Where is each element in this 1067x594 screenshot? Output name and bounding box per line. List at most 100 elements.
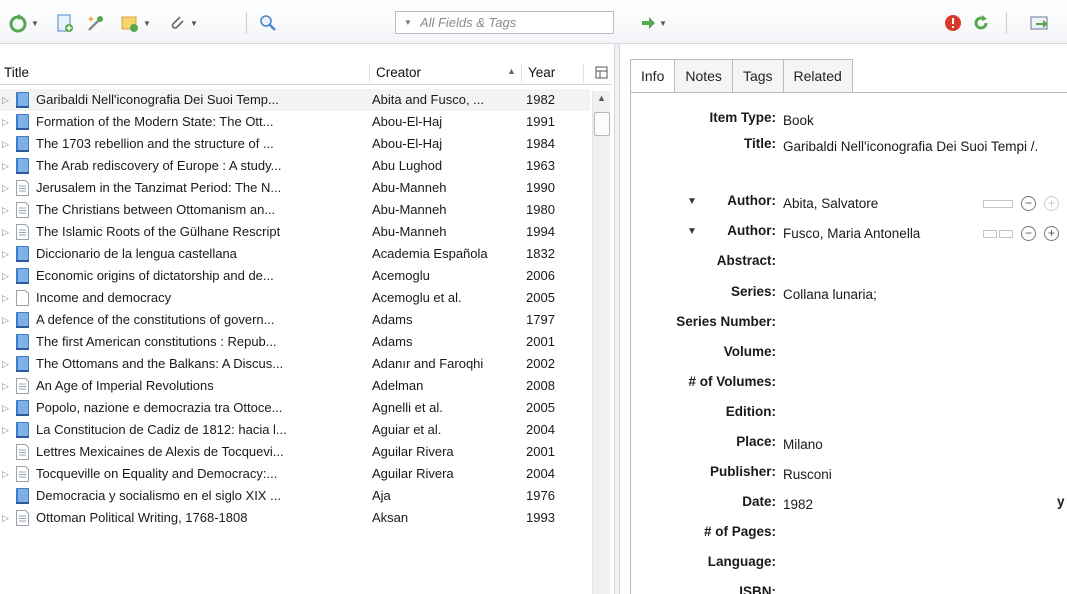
item-title: Formation of the Modern State: The Ott..… — [36, 114, 274, 129]
tab-tags[interactable]: Tags — [732, 59, 784, 93]
column-year[interactable]: Year — [528, 65, 555, 80]
item-type-value[interactable]: Book — [783, 110, 1053, 131]
expand-twisty-icon[interactable]: ▷ — [2, 227, 9, 238]
tab-related[interactable]: Related — [783, 59, 853, 93]
column-separator[interactable] — [521, 63, 522, 83]
scroll-up-icon[interactable]: ▲ — [597, 93, 606, 103]
journal-article-icon — [15, 201, 30, 219]
new-note-button[interactable]: ▼ — [120, 12, 151, 34]
expand-twisty-icon[interactable]: ▷ — [2, 139, 9, 150]
field-label: Item Type: — [709, 110, 776, 125]
remove-creator-icon[interactable]: − — [1021, 196, 1036, 211]
sync-menu-button[interactable]: ▼ — [8, 12, 39, 34]
expand-twisty-icon[interactable]: ▷ — [2, 513, 9, 524]
journal-article-icon — [15, 465, 30, 483]
item-creator: Adams — [372, 334, 413, 349]
item-row[interactable]: ▷ Income and democracy Acemoglu et al. 2005 — [0, 287, 590, 309]
item-row[interactable]: ▷ The Ottomans and the Balkans: A Discus.… — [0, 353, 590, 375]
item-row[interactable]: ▷ An Age of Imperial Revolutions Adelman 20… — [0, 375, 590, 397]
item-row[interactable]: ▷ The 1703 rebellion and the structure of… — [0, 133, 590, 155]
field-label: Author: — [727, 223, 776, 238]
title-value[interactable]: Garibaldi Nell'iconografia Dei Suoi Temp… — [783, 136, 1053, 157]
expand-twisty-icon[interactable]: ▷ — [2, 183, 9, 194]
item-row[interactable]: Democracia y socialismo en el siglo XIX … — [0, 485, 590, 507]
item-row[interactable]: ▷ Diccionario de la lengua castellana Acad… — [0, 243, 590, 265]
expand-twisty-icon[interactable]: ▷ — [2, 95, 9, 106]
item-year: 1994 — [526, 224, 555, 239]
item-row[interactable]: ▷ La Constitucion de Cadiz de 1812: hacia… — [0, 419, 590, 441]
item-year: 2001 — [526, 444, 555, 459]
series-value[interactable]: Collana lunaria; — [783, 284, 1053, 305]
advanced-search-button[interactable] — [258, 12, 278, 34]
column-picker-icon[interactable] — [595, 66, 608, 79]
search-field[interactable]: ▼ — [395, 11, 614, 34]
item-row[interactable]: The first American constitutions : Repub… — [0, 331, 590, 353]
refresh-icon — [974, 15, 988, 30]
item-creator: Abita and Fusco, ... — [372, 92, 485, 107]
item-year: 1982 — [526, 92, 555, 107]
scroll-thumb[interactable] — [594, 112, 610, 136]
item-row[interactable]: ▷ Popolo, nazione e democrazia tra Ottoce… — [0, 397, 590, 419]
items-scrollbar[interactable]: ▲ — [592, 91, 610, 594]
item-row[interactable]: ▷ Ottoman Political Writing, 1768-1808 Aks… — [0, 507, 590, 529]
column-creator[interactable]: Creator — [376, 65, 421, 80]
expand-twisty-icon[interactable]: ▷ — [2, 469, 9, 480]
place-value[interactable]: Milano — [783, 434, 1053, 455]
item-row[interactable]: ▷ Formation of the Modern State: The Ott.… — [0, 111, 590, 133]
search-mode-dropdown-icon[interactable]: ▼ — [404, 18, 412, 27]
expand-twisty-icon[interactable]: ▷ — [2, 161, 9, 172]
add-by-identifier-button[interactable] — [85, 12, 105, 34]
item-row[interactable]: ▷ The Arab rediscovery of Europe : A stud… — [0, 155, 590, 177]
item-creator: Abou-El-Haj — [372, 114, 443, 129]
item-row[interactable]: ▷ Tocqueville on Equality and Democracy:.… — [0, 463, 590, 485]
search-input[interactable] — [419, 15, 605, 30]
item-creator: Aja — [372, 488, 391, 503]
add-creator-icon[interactable]: + — [1044, 196, 1059, 211]
item-row[interactable]: Lettres Mexicaines de Alexis de Tocquevi… — [0, 441, 590, 463]
locate-button[interactable]: ▼ — [640, 12, 667, 34]
item-pane: Info Notes Tags Related Item Type: Book … — [620, 44, 1067, 594]
fullscreen-button[interactable] — [1030, 12, 1050, 34]
item-row[interactable]: ▷ The Islamic Roots of the Gülhane Rescri… — [0, 221, 590, 243]
add-creator-icon[interactable]: + — [1044, 226, 1059, 241]
date-value[interactable]: 1982 — [783, 494, 1053, 515]
expand-twisty-icon[interactable]: ▷ — [2, 403, 9, 414]
name-format-switch-icon[interactable] — [983, 229, 1013, 239]
name-format-switch-icon[interactable] — [983, 199, 1013, 209]
add-attachment-button[interactable]: ▼ — [167, 12, 198, 34]
remove-creator-icon[interactable]: − — [1021, 226, 1036, 241]
expand-twisty-icon[interactable]: ▷ — [2, 117, 9, 128]
column-title[interactable]: Title — [4, 65, 29, 80]
expand-twisty-icon[interactable]: ▷ — [2, 381, 9, 392]
item-row[interactable]: ▷ A defence of the constitutions of gover… — [0, 309, 590, 331]
column-separator[interactable] — [583, 63, 584, 83]
item-row[interactable]: ▷ Economic origins of dictatorship and de… — [0, 265, 590, 287]
new-item-button[interactable] — [55, 12, 75, 34]
tab-notes[interactable]: Notes — [675, 59, 733, 93]
expand-twisty-icon[interactable]: ▷ — [2, 425, 9, 436]
creator-type-dropdown-icon[interactable]: ▼ — [687, 226, 697, 237]
item-creator: Agnelli et al. — [372, 400, 443, 415]
item-title: Popolo, nazione e democrazia tra Ottoce.… — [36, 400, 283, 415]
expand-twisty-icon[interactable]: ▷ — [2, 359, 9, 370]
sync-button[interactable] — [972, 12, 990, 34]
expand-twisty-icon[interactable]: ▷ — [2, 293, 9, 304]
field-label: Author: — [727, 193, 776, 208]
error-report-button[interactable] — [944, 12, 962, 34]
journal-article-icon — [15, 509, 30, 527]
item-title: Democracia y socialismo en el siglo XIX … — [36, 488, 281, 503]
field-label: Publisher: — [709, 464, 776, 479]
item-row[interactable]: ▷ Jerusalem in the Tanzimat Period: The N… — [0, 177, 590, 199]
item-row[interactable]: ▷ Garibaldi Nell'iconografia Dei Suoi Tem… — [0, 89, 590, 111]
publisher-value[interactable]: Rusconi — [783, 464, 1053, 485]
expand-twisty-icon[interactable]: ▷ — [2, 315, 9, 326]
tab-info[interactable]: Info — [630, 59, 676, 93]
item-title: Tocqueville on Equality and Democracy:..… — [36, 466, 278, 481]
column-separator[interactable] — [369, 63, 370, 83]
item-creator: Aguilar Rivera — [372, 466, 454, 481]
expand-twisty-icon[interactable]: ▷ — [2, 249, 9, 260]
expand-twisty-icon[interactable]: ▷ — [2, 205, 9, 216]
item-row[interactable]: ▷ The Christians between Ottomanism an...… — [0, 199, 590, 221]
creator-type-dropdown-icon[interactable]: ▼ — [687, 196, 697, 207]
expand-twisty-icon[interactable]: ▷ — [2, 271, 9, 282]
